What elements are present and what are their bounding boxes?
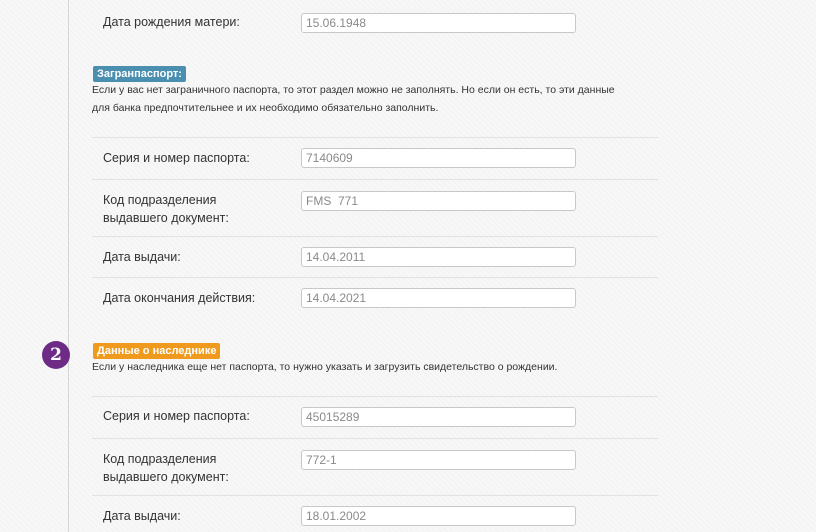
foreign-series-number-input[interactable] [301, 148, 576, 168]
heir-series-number-label: Серия и номер паспорта: [103, 409, 250, 423]
foreign-passport-badge: Загранпаспорт: [93, 66, 186, 82]
foreign-expiry-date-label: Дата окончания действия: [103, 291, 256, 305]
mother-birth-date-input[interactable] [301, 13, 576, 33]
heir-division-code-row: Код подразделения выдавшего документ: [92, 438, 658, 495]
heir-note: Если у наследника еще нет паспорта, то н… [92, 361, 558, 373]
heir-data-badge: Данные о наследнике [93, 343, 221, 359]
mother-birth-date-label: Дата рождения матери: [103, 15, 240, 29]
heir-series-number-input[interactable] [301, 407, 576, 427]
heir-issue-date-label: Дата выдачи: [103, 509, 181, 523]
row-separator [92, 277, 658, 278]
left-divider-line [68, 0, 69, 532]
mother-birth-date-row: Дата рождения матери: [92, 0, 658, 44]
foreign-division-code-row: Код подразделения выдавшего документ: [92, 179, 658, 236]
foreign-expiry-date-input[interactable] [301, 288, 576, 308]
row-separator [92, 396, 658, 397]
heir-issue-date-input[interactable] [301, 506, 576, 526]
foreign-series-number-label: Серия и номер паспорта: [103, 151, 250, 165]
step-number-badge: 2 [42, 341, 70, 369]
row-separator [92, 236, 658, 237]
heir-division-code-label: Код подразделения выдавшего документ: [103, 452, 229, 484]
foreign-passport-note-line2: для банка предпочтительнее и их необходи… [92, 102, 439, 114]
foreign-passport-note: Если у вас нет заграничного паспорта, то… [92, 81, 682, 117]
foreign-issue-date-row: Дата выдачи: [92, 236, 658, 277]
heir-issue-date-row: Дата выдачи: [92, 495, 658, 532]
foreign-issue-date-input[interactable] [301, 247, 576, 267]
heir-division-code-input[interactable] [301, 450, 576, 470]
heir-series-number-row: Серия и номер паспорта: [92, 396, 658, 438]
foreign-series-number-row: Серия и номер паспорта: [92, 137, 658, 179]
foreign-division-code-input[interactable] [301, 191, 576, 211]
foreign-passport-note-line1: Если у вас нет заграничного паспорта, то… [92, 84, 615, 96]
foreign-expiry-date-row: Дата окончания действия: [92, 277, 658, 319]
row-separator [92, 179, 658, 180]
row-separator [92, 137, 658, 138]
form-page: Дата рождения матери: Загранпаспорт: Есл… [0, 0, 816, 532]
foreign-division-code-label: Код подразделения выдавшего документ: [103, 193, 229, 225]
row-separator [92, 495, 658, 496]
foreign-issue-date-label: Дата выдачи: [103, 250, 181, 264]
row-separator [92, 438, 658, 439]
